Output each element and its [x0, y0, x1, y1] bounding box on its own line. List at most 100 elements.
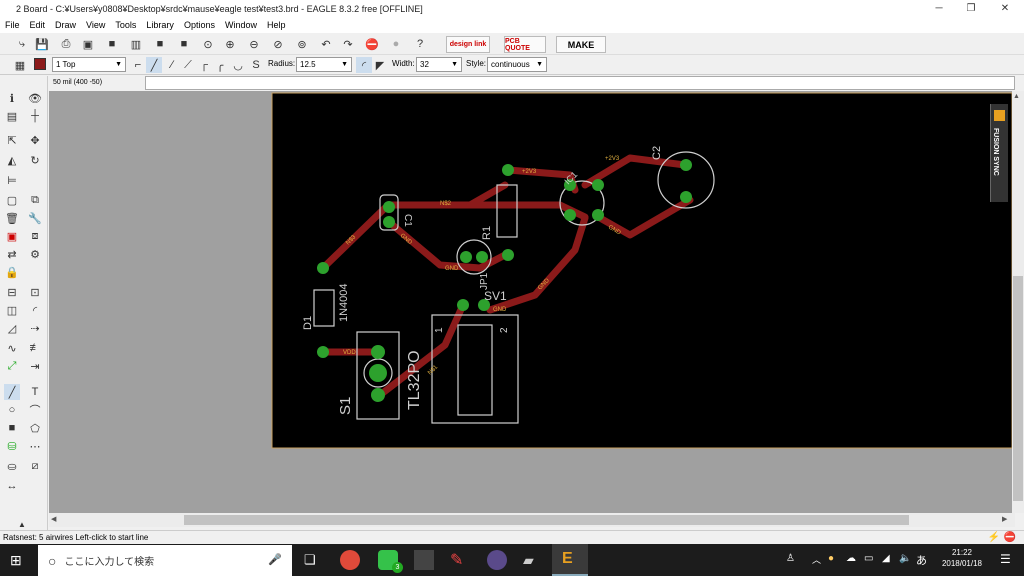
make-button[interactable]: MAKE: [556, 36, 606, 53]
arc-icon[interactable]: ⌒: [27, 402, 43, 418]
menu-library[interactable]: Library: [141, 20, 179, 30]
cloud-icon[interactable]: ☁: [846, 553, 856, 564]
close-button[interactable]: ✕: [990, 0, 1020, 17]
design-link-button[interactable]: design link: [446, 36, 490, 53]
network-icon[interactable]: ◢: [882, 553, 890, 564]
bend-round-icon[interactable]: ◡: [230, 57, 246, 73]
group-icon[interactable]: ▢: [4, 192, 20, 208]
zoom-select-icon[interactable]: ⊚: [294, 36, 310, 52]
split-icon[interactable]: ⧈: [27, 228, 43, 244]
smash-icon[interactable]: ◫: [4, 302, 20, 318]
menu-help[interactable]: Help: [262, 20, 291, 30]
tray-chevron-icon[interactable]: ︿: [812, 553, 821, 566]
align-icon[interactable]: ⊨: [4, 172, 20, 188]
scroll-left-icon[interactable]: ◀: [51, 515, 56, 523]
menu-view[interactable]: View: [81, 20, 110, 30]
replace-icon[interactable]: ⇄: [4, 246, 20, 262]
action-center-icon[interactable]: ☰: [1000, 552, 1011, 566]
app-icon-2[interactable]: ✎: [450, 550, 470, 570]
zoom-redraw-icon[interactable]: ⊘: [270, 36, 286, 52]
zoom-in-icon[interactable]: ⊕: [222, 36, 238, 52]
go-status-icon[interactable]: ⚡: [988, 531, 1000, 544]
text-icon[interactable]: T: [27, 384, 43, 400]
scroll-right-icon[interactable]: ▶: [1002, 515, 1007, 523]
split-wire-icon[interactable]: ◿: [4, 320, 20, 336]
menu-edit[interactable]: Edit: [25, 20, 51, 30]
app-icon-1[interactable]: [414, 550, 434, 570]
polygon-icon[interactable]: ⬠: [27, 420, 43, 436]
bend-free-icon[interactable]: ∕: [164, 57, 180, 73]
schematic-icon[interactable]: ■: [104, 36, 120, 52]
move-icon[interactable]: ⇱: [4, 132, 20, 148]
width-select[interactable]: 32 ▼: [416, 57, 462, 72]
ripup-icon[interactable]: ≢: [27, 340, 43, 356]
wrench-icon[interactable]: 🔧: [27, 210, 43, 226]
print-icon[interactable]: ⎙: [58, 36, 74, 52]
show-icon[interactable]: 👁: [27, 90, 43, 106]
copy-icon[interactable]: ⧉: [27, 192, 43, 208]
bend-45-icon[interactable]: ╱: [146, 57, 162, 73]
menu-draw[interactable]: Draw: [50, 20, 81, 30]
bend-135-icon[interactable]: ⟋: [180, 57, 196, 73]
paste-icon[interactable]: ▣: [4, 228, 20, 244]
dimension-icon[interactable]: ↔: [4, 478, 20, 494]
start-icon[interactable]: ⊞: [10, 552, 22, 569]
vertical-scroll-thumb[interactable]: [1013, 276, 1023, 501]
bend-90-icon[interactable]: ⌐: [130, 57, 146, 73]
save-icon[interactable]: 💾: [34, 36, 50, 52]
wire-icon[interactable]: ╱: [4, 384, 20, 400]
people-icon[interactable]: ♙: [786, 553, 795, 564]
help-icon[interactable]: ?: [412, 36, 428, 52]
system-clock[interactable]: 21:22 2018/01/18: [942, 547, 982, 569]
radius-select[interactable]: 12.5 ▼: [296, 57, 352, 72]
redo-icon[interactable]: ↷: [340, 36, 356, 52]
battery-icon[interactable]: ▭: [864, 553, 873, 564]
route-icon[interactable]: ⤢: [4, 358, 20, 374]
meander-icon[interactable]: ∿: [4, 340, 20, 356]
bom-icon[interactable]: ▥: [128, 36, 144, 52]
circle-icon[interactable]: ○: [4, 402, 20, 418]
ime-indicator[interactable]: あ: [916, 552, 927, 568]
zoom-out-icon[interactable]: ⊖: [246, 36, 262, 52]
fusion-sync-panel[interactable]: FUSION SYNC: [990, 104, 1008, 202]
bend-spline-icon[interactable]: S: [248, 57, 264, 73]
via-icon[interactable]: ⛁: [4, 438, 20, 454]
eagle-taskbar-button[interactable]: E: [552, 544, 588, 576]
rotate-icon[interactable]: ↻: [27, 152, 43, 168]
hole-icon[interactable]: ⛀: [4, 458, 20, 474]
style-select[interactable]: continuous ▼: [487, 57, 547, 72]
microphone-icon[interactable]: 🎤: [268, 553, 282, 566]
delete-icon[interactable]: 🗑: [4, 210, 20, 226]
value-icon[interactable]: ⊡: [27, 284, 43, 300]
menu-window[interactable]: Window: [220, 20, 262, 30]
ulp-icon[interactable]: ■: [176, 36, 192, 52]
task-view-icon[interactable]: ❏: [304, 552, 316, 568]
cam-icon[interactable]: ▣: [80, 36, 96, 52]
info-icon[interactable]: ℹ: [4, 90, 20, 106]
board-canvas[interactable]: C1 C2 R1 D1 1N4004 S1 TL32PO JP1 IC1 SV1…: [49, 91, 1015, 513]
script-icon[interactable]: ■: [152, 36, 168, 52]
volume-icon[interactable]: 🔈: [899, 553, 911, 564]
maximize-button[interactable]: ❐: [956, 0, 986, 17]
menu-file[interactable]: File: [0, 20, 25, 30]
chrome-icon[interactable]: [340, 550, 360, 570]
mirror-icon[interactable]: ◭: [4, 152, 20, 168]
menu-options[interactable]: Options: [179, 20, 220, 30]
undo-icon[interactable]: ↶: [318, 36, 334, 52]
open-icon[interactable]: ⤷: [14, 36, 30, 52]
bend-step-icon[interactable]: ┌: [196, 57, 212, 73]
stop-icon[interactable]: ⛔: [364, 36, 380, 52]
app-icon-3[interactable]: [487, 550, 507, 570]
zoom-fit-icon[interactable]: ⊙: [200, 36, 216, 52]
fillet-icon[interactable]: ◤: [372, 57, 388, 73]
signal-icon[interactable]: ⋯: [27, 438, 43, 454]
bend-arc-icon[interactable]: ╭: [212, 57, 228, 73]
display-icon[interactable]: ▤: [4, 108, 20, 124]
move-all-icon[interactable]: ✥: [27, 132, 43, 148]
lock-icon[interactable]: 🔒: [4, 264, 20, 280]
mark-icon[interactable]: ┼: [27, 108, 43, 124]
optimize-icon[interactable]: ⇢: [27, 320, 43, 336]
horizontal-scroll-thumb[interactable]: [184, 515, 909, 525]
vertical-scrollbar[interactable]: ▲: [1012, 91, 1024, 513]
menu-tools[interactable]: Tools: [110, 20, 141, 30]
